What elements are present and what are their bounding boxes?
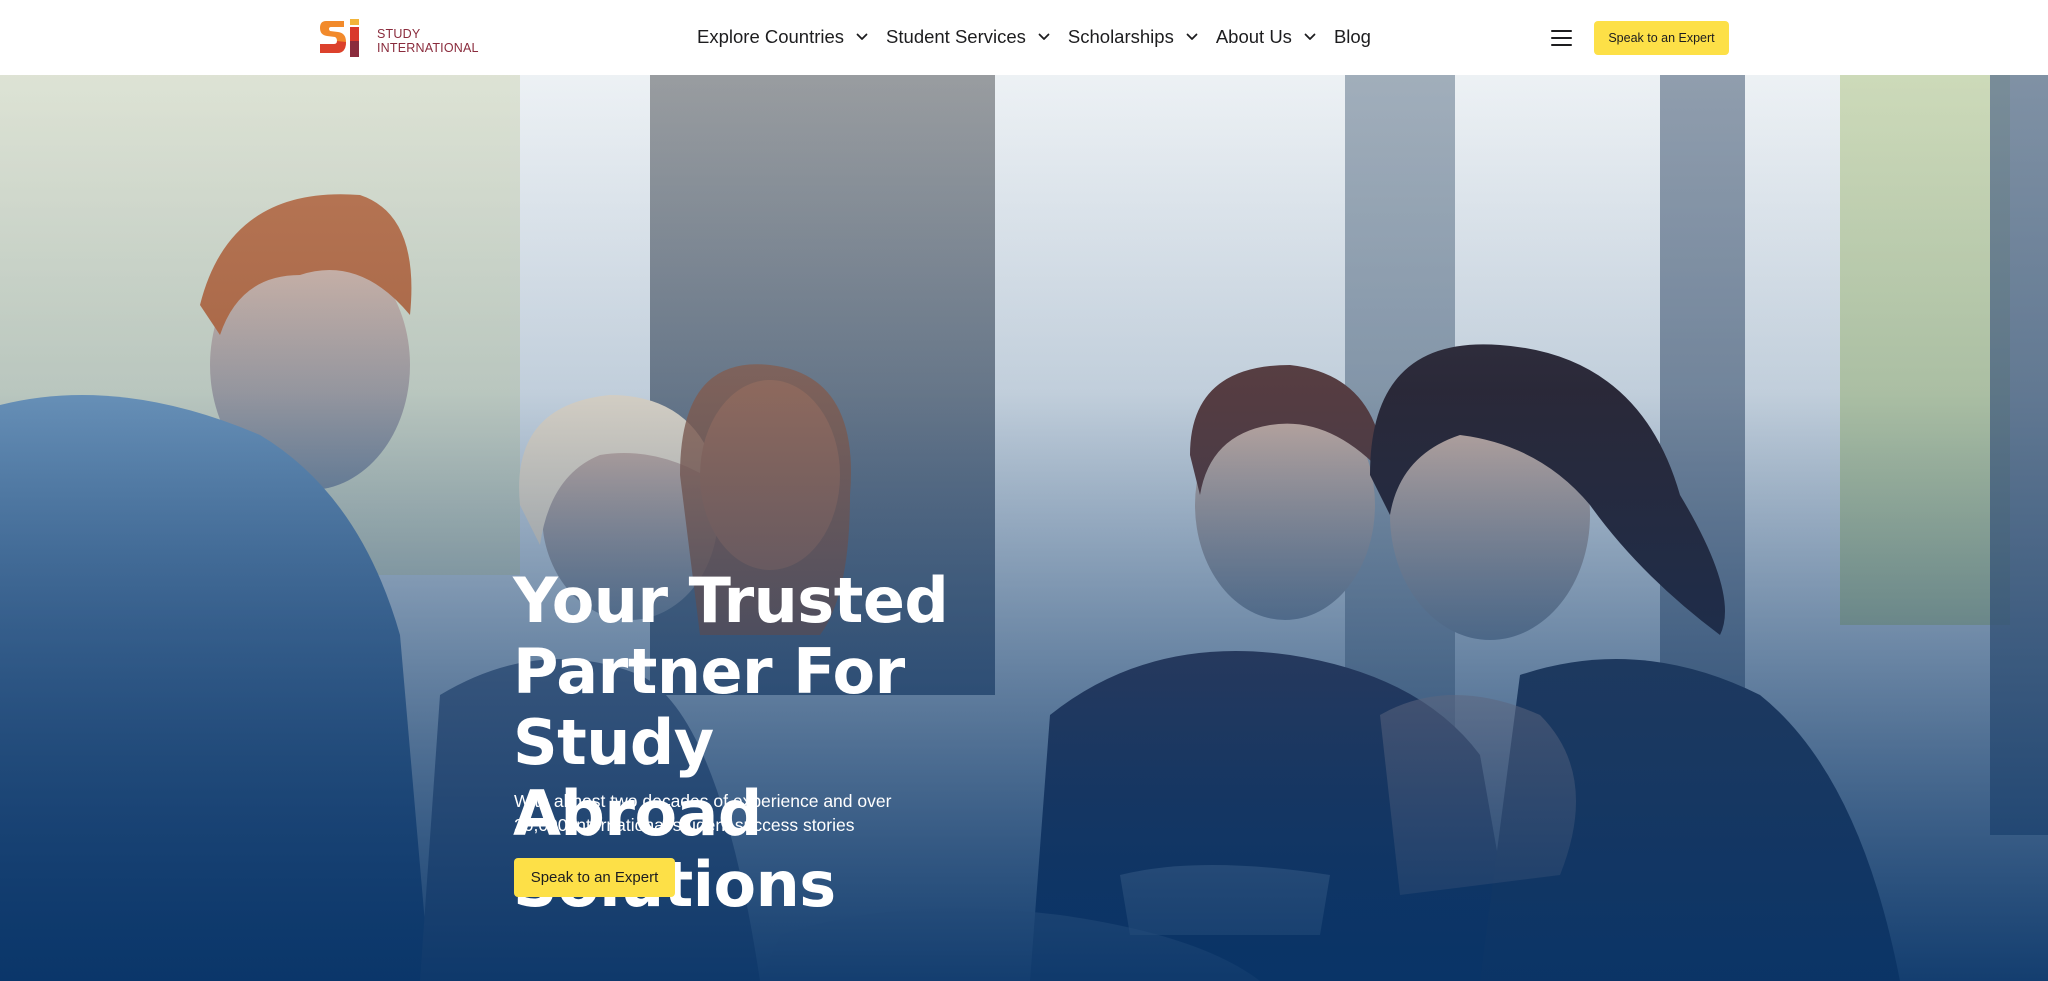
hero-subtitle: With almost two decades of experience an… xyxy=(514,789,934,837)
hero-title-line-1: Your Trusted xyxy=(513,564,949,637)
hero-subtitle-line-1: With almost two decades of experience an… xyxy=(514,791,892,811)
nav-item-blog[interactable]: Blog xyxy=(1334,26,1371,48)
nav-item-label: About Us xyxy=(1215,26,1292,47)
si-logo-icon xyxy=(320,19,359,57)
main-nav: Explore Countries Student Services Schol… xyxy=(697,24,1371,50)
nav-item-about-us[interactable]: About Us xyxy=(1216,26,1316,48)
chevron-down-icon xyxy=(856,33,868,40)
logo-wordmark: STUDY INTERNATIONAL xyxy=(377,21,479,55)
hamburger-icon[interactable] xyxy=(1551,30,1572,46)
nav-item-label: Student Services xyxy=(886,26,1026,47)
nav-item-label: Scholarships xyxy=(1067,26,1174,47)
chevron-down-icon xyxy=(1186,33,1198,40)
header-speak-to-expert-button[interactable]: Speak to an Expert xyxy=(1594,21,1729,55)
nav-item-label: Blog xyxy=(1333,26,1371,47)
chevron-down-icon xyxy=(1038,33,1050,40)
hero-speak-to-expert-button[interactable]: Speak to an Expert xyxy=(514,858,675,897)
site-logo[interactable]: STUDY INTERNATIONAL xyxy=(318,17,479,59)
logo-line-2: INTERNATIONAL xyxy=(377,41,479,55)
hero-title-line-2: Partner For Study xyxy=(513,635,905,779)
logo-line-1: STUDY xyxy=(377,27,421,41)
site-header: STUDY INTERNATIONAL Explore Countries St… xyxy=(0,0,2048,75)
nav-item-student-services[interactable]: Student Services xyxy=(886,26,1050,48)
hero-subtitle-line-2: 20,000 international student success sto… xyxy=(514,815,855,835)
nav-item-explore-countries[interactable]: Explore Countries xyxy=(697,26,868,48)
chevron-down-icon xyxy=(1304,33,1316,40)
nav-item-label: Explore Countries xyxy=(697,26,845,47)
nav-item-scholarships[interactable]: Scholarships xyxy=(1068,26,1198,48)
hero-section: Your Trusted Partner For Study Abroad So… xyxy=(0,75,2048,981)
